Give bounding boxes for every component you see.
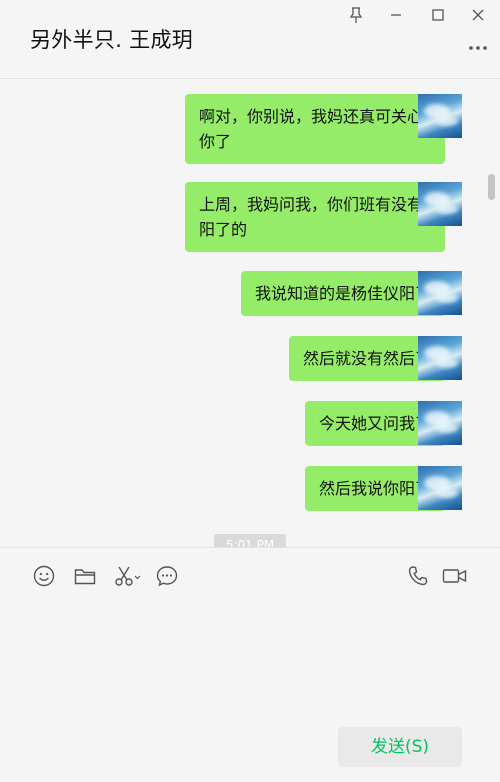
scrollbar-thumb[interactable]: [488, 174, 495, 200]
pin-icon[interactable]: [344, 6, 368, 26]
emoji-icon[interactable]: [32, 564, 58, 588]
avatar[interactable]: [418, 94, 462, 138]
avatar[interactable]: [418, 466, 462, 510]
video-call-icon[interactable]: [441, 564, 469, 588]
chat-title: 另外半只. 王成玥: [30, 28, 194, 52]
message-list[interactable]: 啊对，你别说，我妈还真可关心你了 上周，我妈问我，你们班有没有阳了的 我说知道的…: [0, 79, 500, 547]
avatar[interactable]: [418, 401, 462, 445]
title-bar: 另外半只. 王成玥: [0, 0, 500, 79]
compose-area[interactable]: 发送(S): [0, 548, 500, 782]
message-bubble[interactable]: 我说知道的是杨佳仪阳了: [240, 271, 452, 316]
message-bubble[interactable]: 啊对，你别说，我妈还真可关心你了: [185, 94, 451, 164]
maximize-icon[interactable]: [426, 6, 450, 26]
send-button[interactable]: 发送(S): [338, 727, 462, 767]
minimize-icon[interactable]: [384, 6, 408, 26]
more-options-icon[interactable]: [467, 40, 489, 56]
phone-icon[interactable]: [406, 564, 432, 588]
folder-icon[interactable]: [73, 564, 99, 588]
avatar[interactable]: [418, 336, 462, 380]
timestamp: 5:01 PM: [214, 534, 286, 547]
message-bubble[interactable]: 上周，我妈问我，你们班有没有阳了的: [185, 182, 451, 252]
chat-history-icon[interactable]: [155, 564, 181, 588]
close-icon[interactable]: [466, 6, 490, 26]
scissors-icon[interactable]: [113, 564, 143, 588]
avatar[interactable]: [418, 271, 462, 315]
avatar[interactable]: [418, 182, 462, 226]
